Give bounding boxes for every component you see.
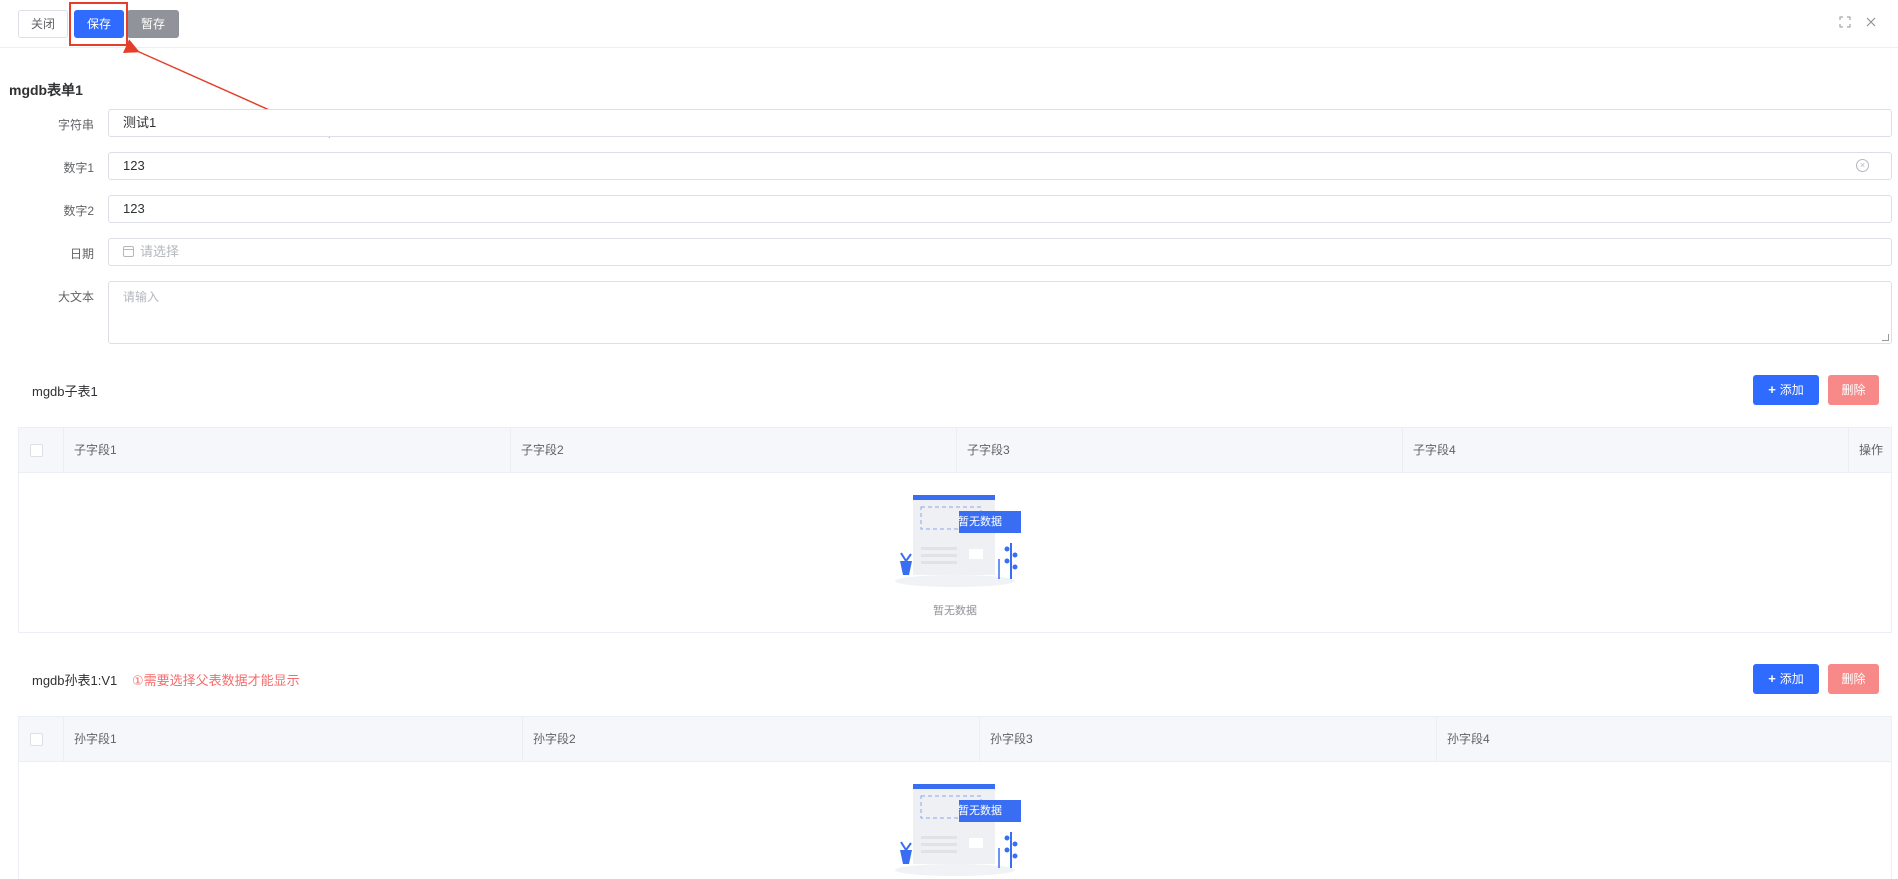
field-label-date: 日期 [69, 247, 94, 261]
subtable2-add-button[interactable]: + 添加 [1753, 664, 1819, 694]
empty-illustration [895, 784, 1021, 876]
empty-badge: 暂无数据 [958, 805, 1002, 817]
window-controls [1838, 16, 1878, 30]
plus-icon: + [1768, 382, 1776, 397]
number2-field[interactable]: 123 [108, 195, 1892, 223]
subtable1-add-button[interactable]: + 添加 [1753, 375, 1819, 405]
column-header-actions: 操作 [1859, 443, 1884, 457]
bigtext-textarea[interactable]: 请输入 [108, 281, 1892, 344]
field-label-number1: 数字1 [63, 161, 94, 175]
column-header: 孙字段3 [980, 717, 1437, 761]
subtable1-table: 子字段1 子字段2 子字段3 子字段4 操作 暂无数据 暂无数据 [18, 427, 1892, 633]
string-field-value: 测试1 [123, 115, 157, 130]
calendar-icon [123, 246, 134, 257]
number1-field[interactable]: 123 × [108, 152, 1892, 180]
resize-handle[interactable] [1882, 334, 1889, 341]
column-header: 孙字段2 [523, 717, 980, 761]
select-all-cell [19, 428, 64, 472]
empty-illustration [895, 495, 1021, 587]
field-label-string: 字符串 [57, 118, 94, 132]
subtable1-delete-button[interactable]: 删除 [1828, 375, 1879, 405]
column-header: 子字段3 [957, 428, 1403, 472]
subtable2-delete-button[interactable]: 删除 [1828, 664, 1879, 694]
subtable2-title: mgdb孙表1:V1 [32, 673, 118, 688]
subtable1-add-label: 添加 [1779, 383, 1804, 397]
close-button[interactable]: 关闭 [18, 10, 68, 38]
bigtext-placeholder: 请输入 [123, 290, 160, 304]
number2-field-value: 123 [123, 201, 145, 216]
number1-field-value: 123 [123, 158, 145, 173]
form-title: mgdb表单1 [9, 82, 83, 98]
draft-button[interactable]: 暂存 [127, 10, 179, 38]
column-header: 子字段4 [1403, 428, 1849, 472]
expand-icon[interactable] [1838, 16, 1852, 30]
select-all-checkbox[interactable] [30, 733, 43, 746]
close-icon[interactable] [1864, 16, 1878, 30]
subtable1-title: mgdb子表1 [32, 384, 98, 399]
select-all-checkbox[interactable] [30, 444, 43, 457]
column-header: 子字段1 [64, 428, 511, 472]
subtable2-add-label: 添加 [1779, 672, 1804, 686]
save-highlight-box [69, 2, 128, 46]
empty-text: 暂无数据 [933, 605, 977, 617]
subtable2-table: 孙字段1 孙字段2 孙字段3 孙字段4 暂无数据 [18, 716, 1892, 879]
date-placeholder: 请选择 [140, 244, 180, 259]
clear-icon[interactable]: × [1856, 159, 1869, 172]
top-toolbar: 关闭 保存 暂存 [0, 0, 1898, 48]
empty-state: 暂无数据 暂无数据 [875, 491, 1035, 618]
column-header: 孙字段1 [64, 717, 523, 761]
column-header: 子字段2 [511, 428, 957, 472]
subtable2-warning: ①需要选择父表数据才能显示 [132, 673, 300, 688]
table-header: 子字段1 子字段2 子字段3 子字段4 操作 [19, 428, 1891, 473]
plus-icon: + [1768, 671, 1776, 686]
string-field[interactable]: 测试1 [108, 109, 1892, 137]
select-all-cell [19, 717, 64, 761]
empty-badge: 暂无数据 [958, 516, 1002, 528]
field-label-bigtext: 大文本 [57, 290, 94, 304]
field-label-number2: 数字2 [63, 204, 94, 218]
empty-state: 暂无数据 [875, 780, 1035, 879]
column-header: 孙字段4 [1447, 732, 1490, 746]
date-picker[interactable]: 请选择 [108, 238, 1892, 266]
table-header: 孙字段1 孙字段2 孙字段3 孙字段4 [19, 717, 1891, 762]
